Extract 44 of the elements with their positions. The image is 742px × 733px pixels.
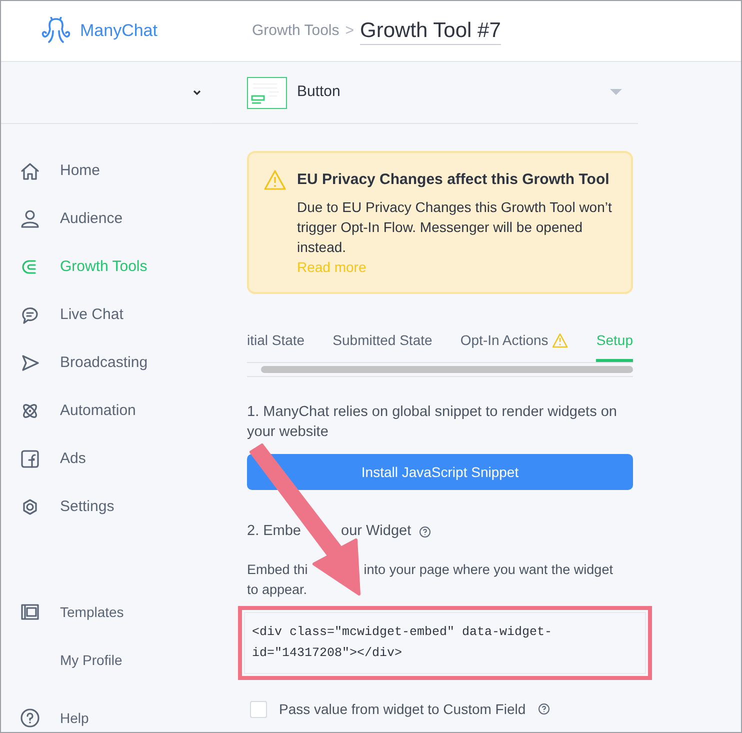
nav-item[interactable]: Home (1, 147, 212, 195)
octopus-logo-icon (40, 17, 72, 45)
nav-item[interactable]: Ads (1, 435, 212, 483)
page-title[interactable]: Growth Tool #7 (360, 18, 501, 44)
nav-item[interactable]: Settings (1, 483, 212, 531)
help-icon[interactable] (419, 526, 432, 538)
nav-item[interactable]: Templates (1, 588, 212, 636)
code-field[interactable]: <div class="mcwidget-embed" data-widget-id="14317208"></div> (244, 612, 646, 674)
step-heading: 2. Embe (247, 522, 301, 541)
button-widget-thumbnail-icon (247, 76, 287, 108)
nav-item[interactable]: Live Chat (1, 291, 212, 339)
instruction-text: to appear. (247, 580, 308, 599)
send-icon (19, 352, 41, 374)
tab[interactable]: itial State (247, 330, 305, 362)
person-icon (19, 208, 41, 230)
widget-type-dropdown[interactable]: Button (212, 62, 638, 124)
instruction-text: Embed thi (247, 562, 308, 577)
step-heading: 1. ManyChat relies on global snippet to render widgets on your website (247, 403, 618, 442)
home-icon (19, 160, 41, 182)
scrollbar-thumb[interactable] (261, 366, 633, 373)
help-icon[interactable] (538, 703, 550, 716)
chevron-down-icon[interactable] (192, 88, 202, 96)
breadcrumb-separator: > (345, 20, 354, 41)
step-heading: our Widget (341, 522, 412, 541)
nav-item[interactable]: My Profile (1, 636, 212, 684)
nav-item[interactable]: Audience (1, 195, 212, 243)
nav-item[interactable]: Broadcasting (1, 339, 212, 387)
tab[interactable]: Opt-In Actions (460, 330, 568, 362)
facebook-icon (19, 448, 41, 470)
breadcrumb-link[interactable]: Growth Tools (252, 20, 340, 42)
nav-item[interactable]: Automation (1, 387, 212, 435)
help-icon (19, 707, 41, 729)
alert-title: EU Privacy Changes affect this Growth Tool (297, 170, 610, 190)
checkbox-label[interactable]: Pass value from widget to Custom Field (279, 698, 526, 720)
tab[interactable]: Submitted State (332, 330, 432, 362)
instruction-text: into your page where you want the widget (364, 562, 613, 577)
warning-icon (263, 169, 287, 191)
nav-item[interactable]: Help (1, 684, 212, 732)
install-snippet-button[interactable]: Install JavaScript Snippet (247, 454, 633, 490)
checkbox[interactable] (250, 700, 267, 718)
dropdown-caret-icon (610, 89, 622, 96)
alert-message: Due to EU Privacy Changes this Growth Tool won’t trigger Opt-In Flow. Messenger will be opened instead. (297, 198, 613, 257)
blueprint-icon (19, 601, 41, 623)
logo-text[interactable]: ManyChat (80, 18, 158, 44)
